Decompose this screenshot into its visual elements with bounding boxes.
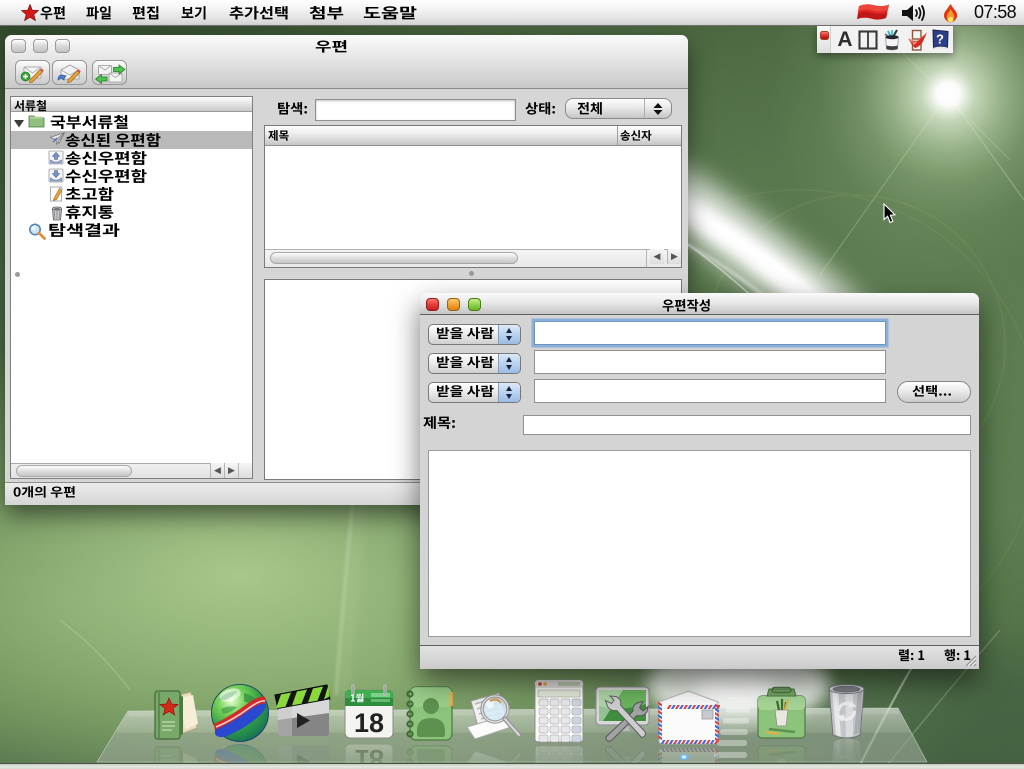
svg-text:?: ? <box>936 32 944 47</box>
svg-text:18: 18 <box>354 708 384 738</box>
